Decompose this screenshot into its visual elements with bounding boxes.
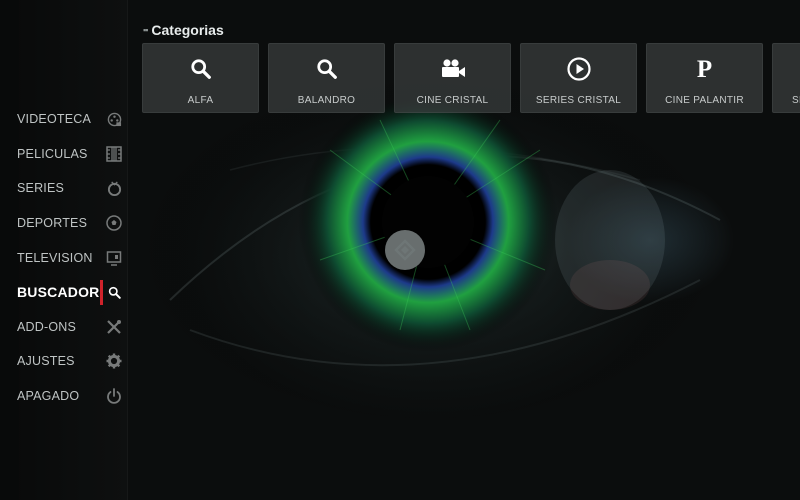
- sidebar-item-videoteca[interactable]: VIDEOTECA: [0, 102, 127, 137]
- palantir-p-glyph: P: [696, 55, 713, 83]
- categories-title: Categorias: [151, 22, 224, 38]
- sidebar-item-buscador[interactable]: BUSCADOR: [0, 275, 127, 310]
- main-menu: VIDEOTECA PELICULAS SERIES DEPORTES TELE: [0, 102, 127, 413]
- sidebar-item-label: PELICULAS: [17, 146, 88, 161]
- category-tile-label: CINE PALANTIR: [665, 95, 744, 106]
- sidebar-item-label: TELEVISION: [17, 250, 93, 265]
- search-icon: [106, 284, 122, 300]
- video-camera-icon: [395, 56, 510, 82]
- sidebar-item-label: DEPORTES: [17, 216, 88, 231]
- category-tile-label: SERIES CRISTAL: [535, 95, 622, 106]
- sidebar-item-deportes[interactable]: DEPORTES: [0, 206, 127, 241]
- center-logo-widget: [385, 230, 425, 270]
- palantir-p-icon: P: [647, 56, 762, 82]
- sidebar-item-ajustes[interactable]: AJUSTES: [0, 344, 127, 379]
- film-reel-icon: [106, 111, 122, 127]
- sidebar-item-label: APAGADO: [17, 389, 80, 404]
- film-strip-icon: [106, 146, 122, 162]
- category-tile-cine-cristal[interactable]: CINE CRISTAL: [394, 43, 511, 113]
- search-icon: [143, 56, 258, 82]
- category-tile-label: BALANDRO: [297, 95, 356, 106]
- category-tile-balandro[interactable]: BALANDRO: [268, 43, 385, 113]
- sidebar-item-peliculas[interactable]: PELICULAS: [0, 137, 127, 172]
- categories-heading: ▪▪ Categorias: [143, 22, 224, 38]
- sidebar: VIDEOTECA PELICULAS SERIES DEPORTES TELE: [0, 0, 128, 500]
- category-tile-label: CINE CRISTAL: [416, 95, 489, 106]
- sidebar-item-label: ADD-ONS: [17, 319, 77, 334]
- gear-icon: [106, 353, 122, 369]
- tools-icon: [106, 319, 122, 335]
- center-logo-icon: [394, 239, 416, 261]
- grid-dots-icon: ▪▪: [143, 25, 148, 35]
- sidebar-item-label: AJUSTES: [17, 354, 75, 369]
- category-tile-cine-palantir[interactable]: P CINE PALANTIR: [646, 43, 763, 113]
- power-icon: [106, 388, 122, 404]
- sidebar-item-label: SERIES: [17, 181, 65, 196]
- category-tile-partial[interactable]: SE: [772, 43, 800, 113]
- play-circle-icon: [521, 56, 636, 82]
- sidebar-item-apagado[interactable]: APAGADO: [0, 379, 127, 414]
- sidebar-item-add-ons[interactable]: ADD-ONS: [0, 310, 127, 345]
- sidebar-item-label: VIDEOTECA: [17, 112, 92, 127]
- categories-row: ALFA BALANDRO CINE CRISTAL SERIES CRISTA…: [142, 43, 800, 113]
- sidebar-item-label: BUSCADOR: [17, 284, 100, 301]
- sidebar-item-television[interactable]: TELEVISION: [0, 240, 127, 275]
- sidebar-item-series[interactable]: SERIES: [0, 171, 127, 206]
- soccer-ball-icon: [106, 215, 122, 231]
- category-tile-series-cristal[interactable]: SERIES CRISTAL: [520, 43, 637, 113]
- category-tile-label: ALFA: [187, 95, 214, 106]
- television-icon: [106, 250, 122, 266]
- tv-icon: [106, 180, 122, 196]
- search-icon: [269, 56, 384, 82]
- category-tile-label: SE: [792, 95, 800, 106]
- category-tile-alfa[interactable]: ALFA: [142, 43, 259, 113]
- active-indicator: [100, 279, 103, 305]
